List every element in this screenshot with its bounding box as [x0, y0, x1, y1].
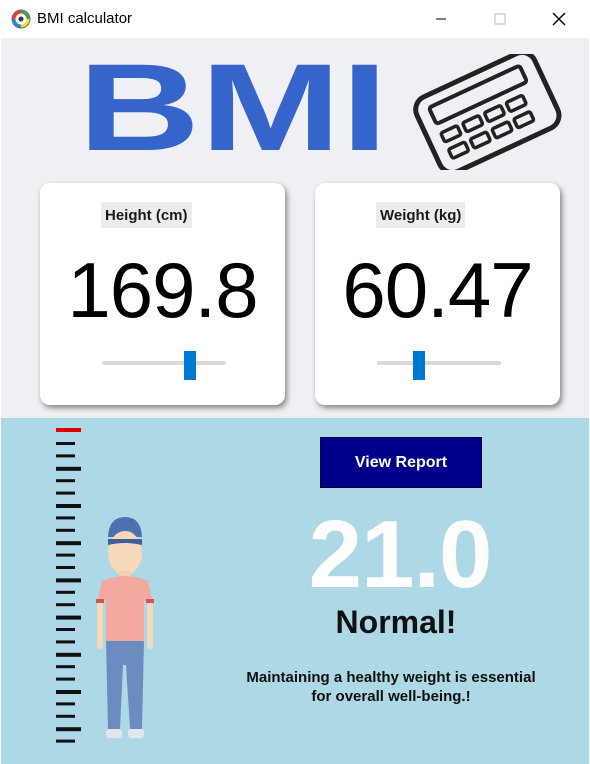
- ruler-tick: [56, 603, 75, 607]
- person-illustration: [96, 517, 154, 738]
- ruler-tick: [56, 553, 75, 557]
- bmi-message-line-1: Maintaining a healthy weight is essentia…: [246, 669, 536, 686]
- height-slider-track[interactable]: [102, 361, 226, 365]
- close-button[interactable]: [536, 0, 582, 38]
- ruler-marker: [56, 428, 81, 432]
- height-slider[interactable]: [102, 351, 226, 380]
- ruler-tick: [56, 541, 81, 546]
- ruler-tick: [56, 516, 75, 520]
- height-label: Height (cm): [101, 202, 192, 228]
- minimize-button[interactable]: [418, 0, 464, 38]
- weight-label: Weight (kg): [376, 202, 466, 228]
- ruler-tick: [56, 454, 75, 458]
- weight-card: Weight (kg) 60.47: [315, 183, 560, 405]
- weight-slider[interactable]: [377, 351, 501, 380]
- ruler-tick: [56, 665, 75, 669]
- ruler-tick: [56, 690, 81, 694]
- ruler-tick: [56, 566, 75, 569]
- maximize-button[interactable]: [477, 0, 523, 38]
- ruler-tick: [56, 702, 75, 706]
- height-card: Height (cm) 169.8: [40, 183, 285, 405]
- weight-slider-thumb[interactable]: [413, 351, 425, 380]
- bmi-status: Normal!: [335, 604, 457, 640]
- weight-slider-track[interactable]: [377, 361, 501, 365]
- bmi-message: Maintaining a healthy weight is essentia…: [222, 668, 560, 706]
- ruler-tick: [56, 466, 81, 471]
- ruler-tick: [56, 640, 75, 644]
- height-value: 169.8: [67, 246, 258, 334]
- ruler-tick: [56, 442, 75, 445]
- ruler-tick: [56, 739, 75, 743]
- ruler-icon: [56, 428, 81, 743]
- svg-text:BMI: BMI: [78, 62, 388, 154]
- ruler-tick: [56, 628, 75, 631]
- ruler-tick: [56, 578, 81, 583]
- height-slider-thumb[interactable]: [184, 351, 196, 380]
- close-icon: [552, 12, 566, 26]
- bmi-app-icon: [11, 9, 31, 29]
- ruler-tick: [56, 652, 81, 657]
- ruler-tick: [56, 528, 75, 532]
- ruler-tick: [56, 677, 75, 681]
- window-title: BMI calculator: [37, 10, 133, 27]
- ruler-tick: [56, 590, 75, 594]
- bmi-message-line-2: for overall well-being.!: [311, 688, 471, 705]
- weight-value: 60.47: [342, 246, 533, 334]
- calculator-icon: [413, 54, 562, 170]
- ruler-tick: [56, 714, 75, 718]
- ruler-tick: [56, 615, 81, 620]
- ruler-tick: [56, 727, 81, 732]
- minimize-icon: [436, 18, 446, 20]
- ruler-tick: [56, 491, 75, 495]
- maximize-icon: [494, 13, 506, 25]
- ruler-tick: [56, 479, 75, 483]
- bmi-value: 21.0: [308, 501, 493, 608]
- title-bar: BMI calculator: [0, 0, 590, 38]
- ruler-tick: [56, 504, 81, 508]
- view-report-button[interactable]: View Report: [320, 437, 482, 488]
- bmi-logo: BMI: [78, 62, 388, 154]
